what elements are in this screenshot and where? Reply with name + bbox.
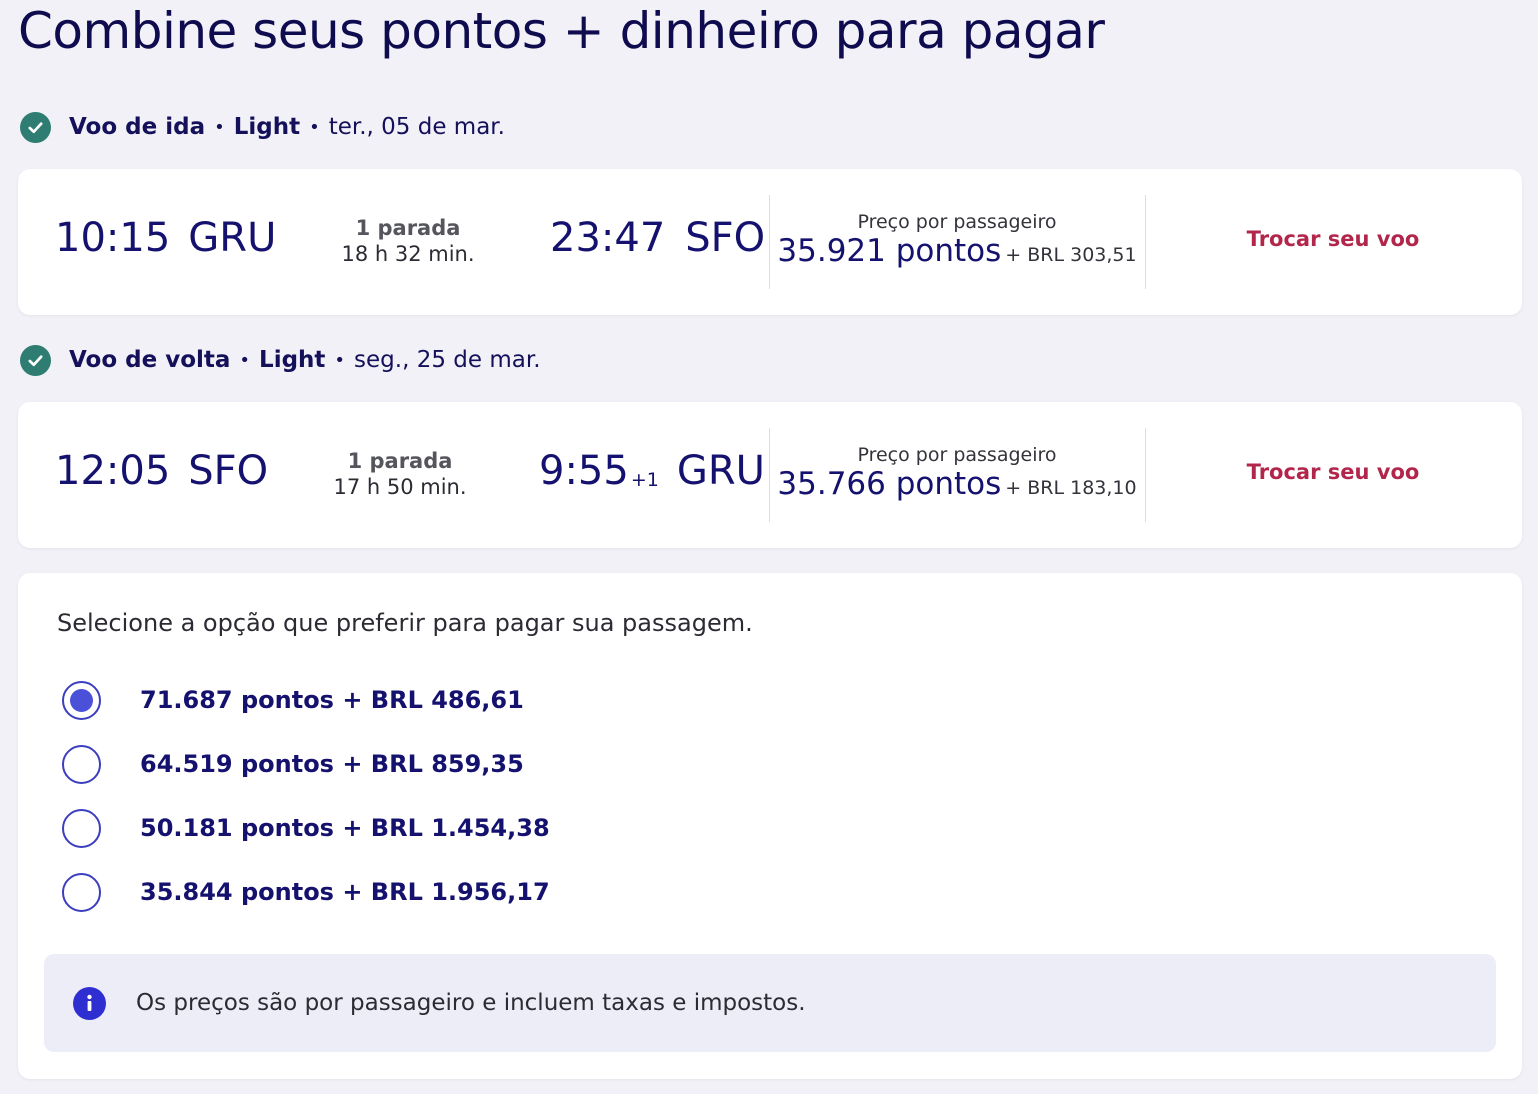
payment-option[interactable]: 50.181 pontos + BRL 1.454,38 (62, 808, 550, 848)
radio-button[interactable] (62, 744, 101, 784)
radio-button[interactable] (62, 680, 101, 720)
price-cash: + BRL 183,10 (1005, 477, 1137, 499)
arrival-airport: GRU (676, 448, 765, 494)
departure-time: 12:05 (55, 448, 171, 494)
separator-dot: • (309, 116, 320, 138)
arrival-time: 23:47 (550, 215, 666, 261)
info-icon (73, 986, 106, 1020)
page: Combine seus pontos + dinheiro para paga… (0, 0, 1538, 1094)
arrival-day-offset: +1 (630, 469, 659, 491)
departure-airport: GRU (188, 215, 277, 261)
leg-date: ter., 05 de mar. (328, 114, 505, 140)
payment-option[interactable]: 64.519 pontos + BRL 859,35 (62, 744, 524, 784)
check-circle-icon (20, 344, 51, 376)
price-cash: + BRL 303,51 (1005, 244, 1137, 266)
radio-button[interactable] (62, 872, 101, 912)
price-label: Preço por passageiro (857, 211, 1057, 233)
payment-option-label: 50.181 pontos + BRL 1.454,38 (140, 814, 550, 842)
stops-info: 1 parada 18 h 32 min. (308, 215, 508, 267)
payment-options-card: Selecione a opção que preferir para paga… (18, 573, 1522, 1079)
outbound-flight-card: 10:15 GRU 1 parada 18 h 32 min. 23:47 SFO … (18, 169, 1522, 315)
info-text: Os preços são por passageiro e incluem t… (136, 990, 806, 1016)
stops-count: 1 parada (347, 449, 453, 473)
price-block: Preço por passageiro 35.766 pontos + BRL … (769, 444, 1145, 502)
flight-duration: 18 h 32 min. (341, 242, 475, 266)
payment-option[interactable]: 71.687 pontos + BRL 486,61 (62, 680, 524, 720)
arrival: 9:55 +1 GRU (539, 448, 765, 494)
leg-label: Voo de ida (69, 114, 206, 140)
departure: 12:05 SFO (55, 448, 268, 494)
payment-intro: Selecione a opção que preferir para paga… (57, 609, 753, 637)
payment-option[interactable]: 35.844 pontos + BRL 1.956,17 (62, 872, 550, 912)
payment-option-label: 35.844 pontos + BRL 1.956,17 (140, 878, 550, 906)
separator-dot: • (239, 349, 251, 371)
arrival-time: 9:55 (539, 448, 629, 494)
price-label: Preço por passageiro (857, 444, 1057, 466)
price-block: Preço por passageiro 35.921 pontos + BRL … (769, 211, 1145, 269)
departure-time: 10:15 (55, 215, 171, 261)
departure: 10:15 GRU (55, 215, 276, 261)
info-banner: Os preços são por passageiro e incluem t… (44, 954, 1496, 1052)
arrival: 23:47 SFO (550, 215, 765, 261)
inbound-leg-header: Voo de volta • Light • seg., 25 de mar. (20, 344, 541, 376)
price-points: 35.921 pontos (777, 233, 1002, 269)
change-flight-link[interactable]: Trocar seu voo (1145, 227, 1521, 251)
fare-name: Light (233, 114, 301, 140)
check-circle-icon (20, 111, 51, 143)
price-points: 35.766 pontos (777, 466, 1002, 502)
page-title: Combine seus pontos + dinheiro para paga… (18, 2, 1105, 60)
payment-option-label: 64.519 pontos + BRL 859,35 (140, 750, 524, 778)
change-flight-link[interactable]: Trocar seu voo (1145, 460, 1521, 484)
outbound-leg-header: Voo de ida • Light • ter., 05 de mar. (20, 111, 505, 143)
fare-name: Light (259, 347, 326, 373)
arrival-airport: SFO (685, 215, 766, 261)
departure-airport: SFO (188, 448, 269, 494)
payment-option-label: 71.687 pontos + BRL 486,61 (140, 686, 524, 714)
leg-label: Voo de volta (69, 347, 231, 373)
inbound-flight-card: 12:05 SFO 1 parada 17 h 50 min. 9:55 +1 GRU… (18, 402, 1522, 548)
separator-dot: • (334, 349, 346, 371)
radio-button[interactable] (62, 808, 101, 848)
stops-info: 1 parada 17 h 50 min. (300, 448, 500, 500)
flight-duration: 17 h 50 min. (333, 475, 467, 499)
leg-date: seg., 25 de mar. (354, 347, 541, 373)
separator-dot: • (214, 116, 225, 138)
stops-count: 1 parada (355, 216, 461, 240)
